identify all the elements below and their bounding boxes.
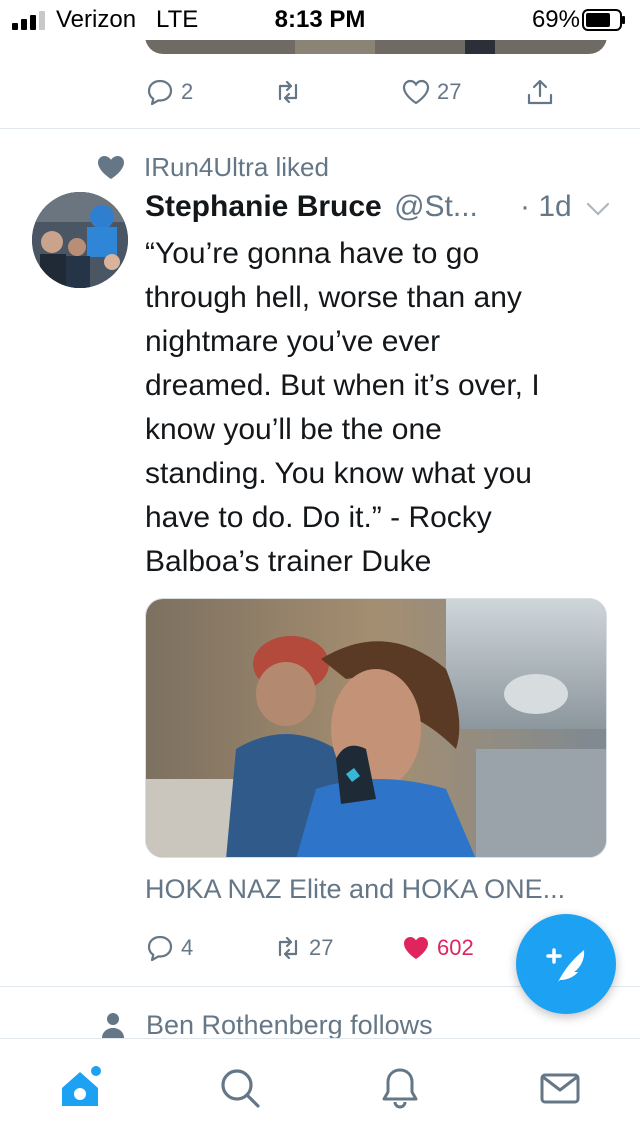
previous-tweet-actions: 2 27: [145, 72, 575, 112]
tab-messages[interactable]: [505, 1039, 615, 1136]
tab-bar: [0, 1038, 640, 1136]
author-name[interactable]: Stephanie Bruce: [145, 190, 382, 223]
retweet-icon: [278, 80, 298, 104]
tweet-text-line: standing. You know what you: [145, 457, 532, 490]
chevron-down-icon[interactable]: [585, 200, 611, 218]
retweet-count: 27: [309, 935, 334, 960]
like-button[interactable]: 602: [401, 928, 474, 968]
reply-count: 2: [181, 79, 194, 104]
reply-icon: [147, 935, 173, 962]
reply-button[interactable]: 2: [145, 72, 193, 112]
tweet-text-line: dreamed. But when it’s over, I: [145, 369, 540, 402]
next-social-context: Ben Rothenberg follows: [100, 1008, 433, 1042]
reply-icon: [147, 79, 173, 106]
person-icon: [102, 1013, 124, 1038]
tweet-text: “You’re gonna have to go through hell, w…: [145, 232, 605, 584]
share-button[interactable]: [525, 72, 555, 112]
like-count: 27: [437, 79, 462, 104]
social-context: IRun4Ultra liked: [96, 152, 329, 182]
tweet-text-line: Balboa’s trainer Duke: [145, 545, 432, 578]
status-bar: Verizon LTE 8:13 PM 69%: [0, 0, 640, 40]
search-icon: [221, 1069, 260, 1108]
tweet-text-line: “You’re gonna have to go: [145, 237, 480, 270]
social-context-text: IRun4Ultra liked: [144, 151, 329, 182]
tweet-timestamp: · 1d: [520, 190, 572, 223]
retweet-button[interactable]: [273, 72, 309, 112]
tab-notifications[interactable]: [345, 1039, 455, 1136]
like-button[interactable]: 27: [401, 72, 461, 112]
battery-percent: 69%: [531, 6, 580, 33]
tab-search[interactable]: [185, 1039, 295, 1136]
compose-tweet-button[interactable]: [516, 914, 616, 1014]
battery-icon: [582, 9, 625, 31]
reply-button[interactable]: 4: [145, 928, 193, 968]
heart-icon: [402, 79, 430, 105]
tweet-text-line: know you’ll be the one: [145, 413, 442, 446]
card-title[interactable]: HOKA NAZ Elite and HOKA ONE...: [145, 874, 615, 905]
card-photo: [146, 599, 606, 857]
tweet-media-card[interactable]: [145, 598, 607, 858]
home-icon: [62, 1066, 101, 1106]
tweet-text-line: have to do. Do it.” - Rocky: [145, 501, 492, 534]
retweet-button[interactable]: 27: [273, 928, 333, 968]
author-handle[interactable]: @St...: [394, 190, 478, 223]
avatar-photo: [32, 192, 128, 288]
reply-count: 4: [181, 935, 194, 960]
tab-home[interactable]: [25, 1039, 135, 1136]
next-social-context-text: Ben Rothenberg follows: [146, 1009, 433, 1040]
notifications-icon: [382, 1068, 418, 1109]
share-icon: [527, 79, 553, 105]
tweet-actions: 4 27 602: [145, 928, 575, 968]
heart-filled-icon: [98, 156, 124, 179]
tweet-text-line: through hell, worse than any: [145, 281, 522, 314]
tweet-divider: [0, 128, 640, 129]
like-count: 602: [437, 935, 474, 960]
messages-icon: [540, 1073, 580, 1104]
tweet-header: Stephanie Bruce @St... · 1d: [145, 190, 615, 228]
tweet-text-line: nightmare you’ve ever: [145, 325, 441, 358]
compose-tweet-icon: [546, 948, 585, 982]
author-avatar[interactable]: [32, 192, 128, 288]
retweet-icon: [278, 936, 298, 960]
heart-filled-icon: [404, 937, 428, 959]
